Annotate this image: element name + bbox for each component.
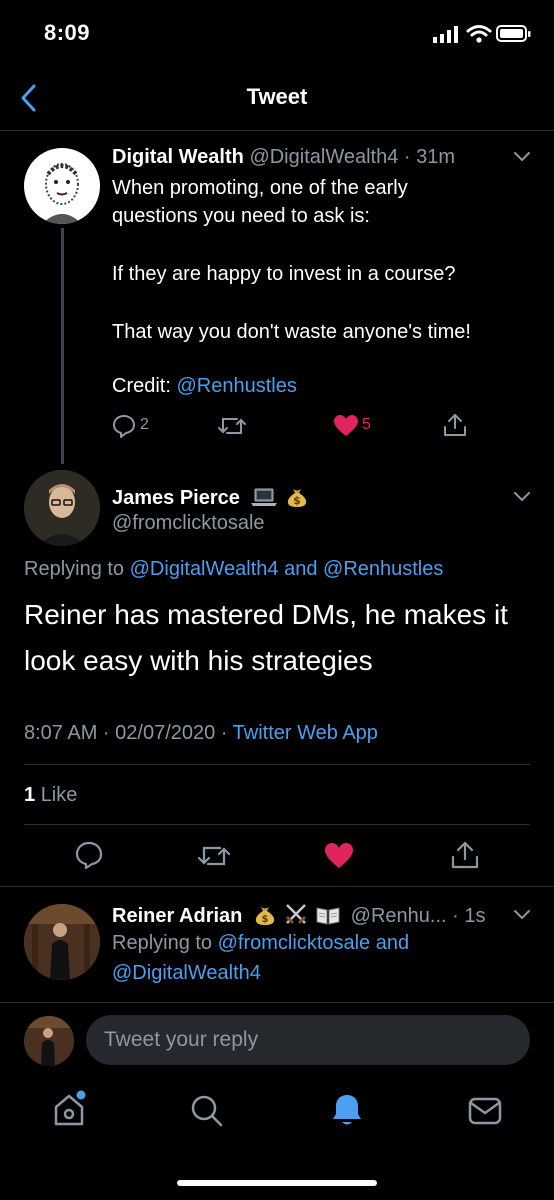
messages-icon[interactable] [467,1096,503,1126]
header-divider [0,130,554,131]
reply-input-placeholder: Tweet your reply [104,1028,259,1051]
parent-display-name[interactable]: Digital Wealth [112,146,244,168]
meta-divider [24,764,530,765]
tweet-source-link[interactable]: Twitter Web App [233,722,378,744]
reply-mention-2[interactable]: @DigitalWealth4 [112,962,261,985]
retweet-icon[interactable] [197,842,231,870]
reply-replying-prefix: Replying to [112,932,213,954]
main-tweet-text-line-1: Reiner has mastered DMs, he makes it [24,599,508,630]
likes-count: 1 [24,784,36,806]
actions-divider [0,886,554,887]
main-handle: @fromclicktosale [112,512,265,534]
parent-tweet-text-line-1: When promoting, one of the early [112,177,408,199]
main-replying-to: Replying to @DigitalWealth4 and @Renhust… [24,558,443,581]
replying-mention-2[interactable]: @Renhustles [323,558,443,580]
main-tweet-text-line-2: look easy with his strategies [24,645,373,676]
avatar-digital-wealth[interactable] [24,148,100,224]
stats-divider [24,824,530,825]
share-icon[interactable] [442,412,468,438]
reply-input[interactable]: Tweet your reply [86,1015,530,1065]
chevron-down-icon[interactable] [512,490,532,504]
reply-divider [0,1002,554,1003]
composer-avatar [24,1016,74,1066]
parent-tweet-header: Digital Wealth @DigitalWealth4 · 31m [112,146,455,169]
parent-tweet-credit: Credit: @Renhustles [112,372,297,400]
thread-line [61,228,64,464]
home-icon[interactable] [50,1090,88,1128]
reply-mention-1[interactable]: @fromclicktosale [218,932,371,954]
battery-icon [496,25,531,42]
avatar-reiner-adrian[interactable] [24,904,100,980]
reply-replying-to-line-1: Replying to @fromclicktosale and [112,932,409,955]
reply-icon[interactable] [74,840,104,870]
avatar-james-pierce[interactable] [24,470,100,546]
main-tweet-meta: 8:07 AM · 02/07/2020 · Twitter Web App [24,722,378,745]
chevron-down-icon[interactable] [512,150,532,164]
laptop-emoji-icon [251,488,278,506]
replying-mention-1[interactable]: @DigitalWealth4 [130,558,279,580]
reply-icon[interactable] [112,414,136,438]
retweet-icon[interactable] [217,414,247,438]
parent-handle-time: @DigitalWealth4 · 31m [249,146,456,168]
parent-tweet-text-line-4: That way you don't waste anyone's time! [112,321,471,343]
money-bag-emoji-icon: $ [255,907,275,925]
wifi-icon [466,25,492,43]
parent-tweet-text-line-2: questions you need to ask is: [112,205,370,227]
reply-tweet-header: Reiner Adrian $ @Renhu... · 1s [112,902,485,928]
replying-and: and [284,558,318,580]
replying-prefix: Replying to [24,558,125,580]
main-tweet-name-row: James Pierce $ [112,484,309,510]
reply-display-name[interactable]: Reiner Adrian [112,905,242,927]
parent-like-count: 5 [362,416,371,433]
open-book-emoji-icon [316,907,340,925]
home-indicator [177,1180,377,1186]
like-heart-icon[interactable] [324,842,354,870]
crossed-swords-emoji-icon [285,904,306,925]
share-icon[interactable] [450,840,480,870]
main-display-name[interactable]: James Pierce [112,487,240,509]
money-bag-emoji-icon: $ [287,489,306,507]
svg-text:$: $ [293,494,301,507]
likes-label: Like [40,784,78,806]
reply-replying-and: and [375,932,410,954]
status-time: 8:09 [44,20,91,45]
chevron-down-icon[interactable] [512,908,532,922]
svg-text:$: $ [261,914,268,925]
page-title: Tweet [246,84,308,109]
credit-mention-link[interactable]: @Renhustles [176,375,296,397]
likes-summary[interactable]: 1 Like [24,784,77,807]
notifications-icon[interactable] [330,1092,364,1128]
credit-label: Credit: [112,375,171,397]
reply-handle-time: @Renhu... · 1s [350,905,486,927]
like-heart-icon[interactable] [333,414,359,438]
tweet-timestamp: 8:07 AM · 02/07/2020 · [24,722,228,744]
signal-icon [433,26,458,43]
parent-tweet-text-line-3: If they are happy to invest in a course? [112,263,456,285]
parent-reply-count: 2 [140,416,149,433]
search-icon[interactable] [190,1094,224,1128]
